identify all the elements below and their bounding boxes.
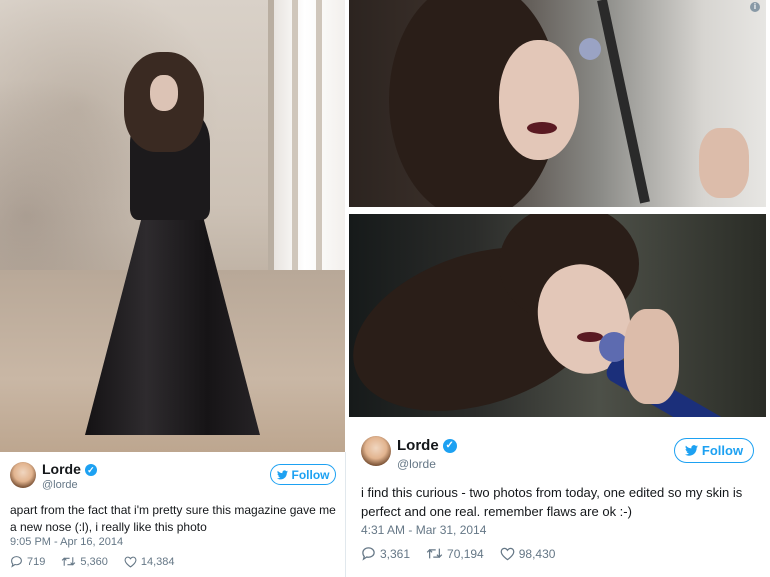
display-name-text[interactable]: Lorde xyxy=(397,437,439,454)
twitter-bird-icon xyxy=(276,469,288,479)
face xyxy=(499,40,579,160)
edited-photo: i xyxy=(349,0,766,207)
user-handle[interactable]: @lorde xyxy=(397,457,436,471)
info-icon[interactable]: i xyxy=(750,2,760,12)
tweet-actions: 3,361 70,194 98,430 xyxy=(361,546,571,561)
mic-stand xyxy=(597,0,650,204)
tweet-text: i find this curious - two photos from to… xyxy=(361,485,743,519)
tweet-timestamp[interactable]: 4:31 AM - Mar 31, 2014 xyxy=(361,523,486,537)
retweet-count: 5,360 xyxy=(80,555,108,568)
twitter-bird-icon xyxy=(684,445,698,456)
hand xyxy=(699,128,749,198)
retweet-action[interactable]: 70,194 xyxy=(426,546,484,561)
heart-icon xyxy=(500,547,515,560)
like-count: 98,430 xyxy=(518,546,556,561)
mic-head xyxy=(579,38,601,60)
avatar[interactable] xyxy=(10,462,36,488)
reply-action[interactable]: 3,361 xyxy=(361,546,410,561)
like-action[interactable]: 14,384 xyxy=(124,556,175,568)
follow-label: Follow xyxy=(701,443,744,458)
display-name-text[interactable]: Lorde xyxy=(42,461,81,477)
avatar[interactable] xyxy=(361,436,391,466)
heart-icon xyxy=(124,556,137,568)
tweet-timestamp[interactable]: 9:05 PM - Apr 16, 2014 xyxy=(10,536,123,548)
hand xyxy=(624,309,679,404)
verified-badge-icon: ✓ xyxy=(84,464,97,477)
tweet-card-right: Lorde ✓ @lorde Follow i find this curious… xyxy=(349,425,770,577)
display-name[interactable]: Lorde ✓ xyxy=(42,461,97,477)
display-name[interactable]: Lorde ✓ xyxy=(397,437,457,454)
tweet-actions: 719 5,360 14,384 xyxy=(10,555,191,568)
reply-action[interactable]: 719 xyxy=(10,555,45,568)
reply-icon xyxy=(362,547,375,561)
retweet-icon xyxy=(426,548,443,559)
reply-count: 719 xyxy=(27,555,46,568)
follow-label: Follow xyxy=(291,467,330,482)
verified-badge-icon: ✓ xyxy=(442,439,457,454)
lips xyxy=(527,122,557,134)
tweet-card-left: Lorde ✓ @lorde Follow apart from the fact… xyxy=(0,452,346,577)
tweet-text: apart from the fact that i'm pretty sure… xyxy=(10,503,336,534)
like-action[interactable]: 98,430 xyxy=(500,546,556,561)
follow-button[interactable]: Follow xyxy=(674,438,754,463)
follow-button[interactable]: Follow xyxy=(270,464,336,485)
magazine-photo xyxy=(0,0,345,452)
retweet-icon xyxy=(62,557,76,566)
retweet-action[interactable]: 5,360 xyxy=(61,555,108,568)
face xyxy=(150,75,178,111)
unedited-photo xyxy=(349,214,766,417)
reply-icon xyxy=(11,556,22,568)
user-handle[interactable]: @lorde xyxy=(42,479,78,491)
retweet-count: 70,194 xyxy=(447,546,484,561)
like-count: 14,384 xyxy=(140,555,175,568)
reply-count: 3,361 xyxy=(380,546,411,561)
